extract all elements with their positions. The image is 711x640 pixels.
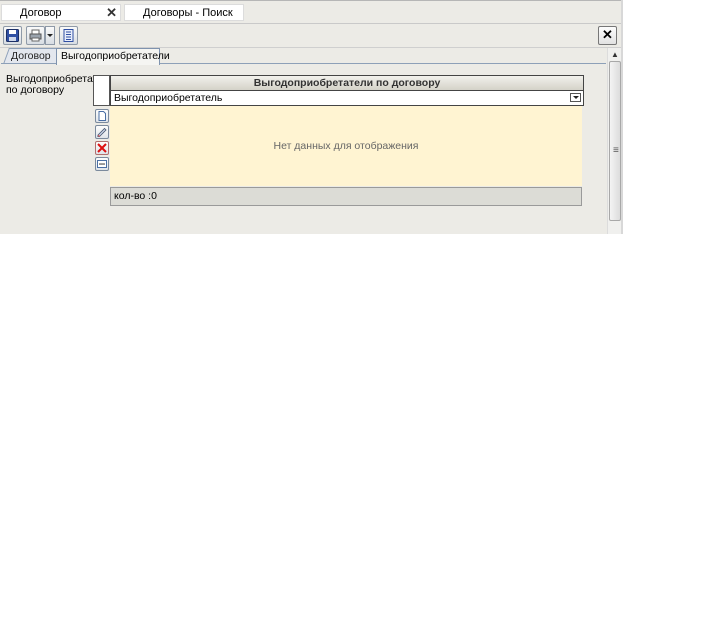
scroll-up-arrow-icon[interactable]: ▲ [611,50,619,59]
scrollbar-grip-icon: ≡ [613,145,619,156]
floppy-disk-icon [6,29,19,42]
print-dropdown-button[interactable] [45,26,55,45]
report-button[interactable] [59,26,78,45]
printer-icon [29,29,42,42]
window-right-edge [621,0,623,234]
new-row-button[interactable] [95,109,109,123]
close-form-button[interactable]: ✕ [598,26,617,45]
toolbar: ✕ [0,24,621,48]
form-tab-strip: Договор Выгодоприобретатели [0,48,606,65]
beneficiaries-field-label: Выгодоприобретатели по договору [6,73,115,96]
column-header-beneficiary[interactable]: Выгодоприобретатель [110,91,584,106]
print-button[interactable] [26,26,45,45]
chevron-down-icon [47,34,53,37]
grid-corner-cell [93,75,110,106]
beneficiaries-grid: Выгодоприобретатели по договору Выгодопр… [93,75,584,207]
document-icon [63,29,74,42]
doc-tab-contract[interactable]: Договор ✕ [1,4,121,21]
close-tab-icon[interactable]: ✕ [106,5,117,21]
column-filter-dropdown-icon[interactable] [570,93,581,102]
row-count-summary: кол-во :0 [110,187,582,206]
grid-empty-area[interactable]: Нет данных для отображения [110,106,582,186]
tab-beneficiaries-label: Выгодоприобретатели [61,50,170,62]
more-actions-button[interactable] [95,157,109,171]
document-tab-strip: Договор ✕ Договоры - Поиск [0,2,621,24]
ellipsis-icon [97,160,107,168]
new-document-icon [98,111,106,121]
grid-band-header: Выгодоприобретатели по договору [110,75,584,91]
save-button[interactable] [3,26,22,45]
pencil-icon [97,127,107,137]
scrollbar-thumb[interactable]: ≡ [609,61,621,221]
tab-contract-label: Договор [11,50,51,62]
red-x-icon [97,143,107,153]
doc-tab-contracts-search-label: Договоры - Поиск [143,7,233,19]
edit-row-button[interactable] [95,125,109,139]
window-top-border [0,0,623,1]
grid-empty-message: Нет данных для отображения [273,140,419,152]
application-window: Договор ✕ Договоры - Поиск ✕ Договор Выг… [0,0,623,234]
vertical-scrollbar[interactable]: ▲ ≡ [607,48,622,234]
delete-row-button[interactable] [95,141,109,155]
doc-tab-contract-label: Договор [20,7,62,19]
grid-footer: кол-во :0 [93,186,584,207]
doc-tab-contracts-search[interactable]: Договоры - Поиск [124,4,244,21]
grid-action-sidebar [93,106,110,186]
tab-beneficiaries[interactable]: Выгодоприобретатели [56,48,170,65]
column-header-label: Выгодоприобретатель [114,92,223,104]
